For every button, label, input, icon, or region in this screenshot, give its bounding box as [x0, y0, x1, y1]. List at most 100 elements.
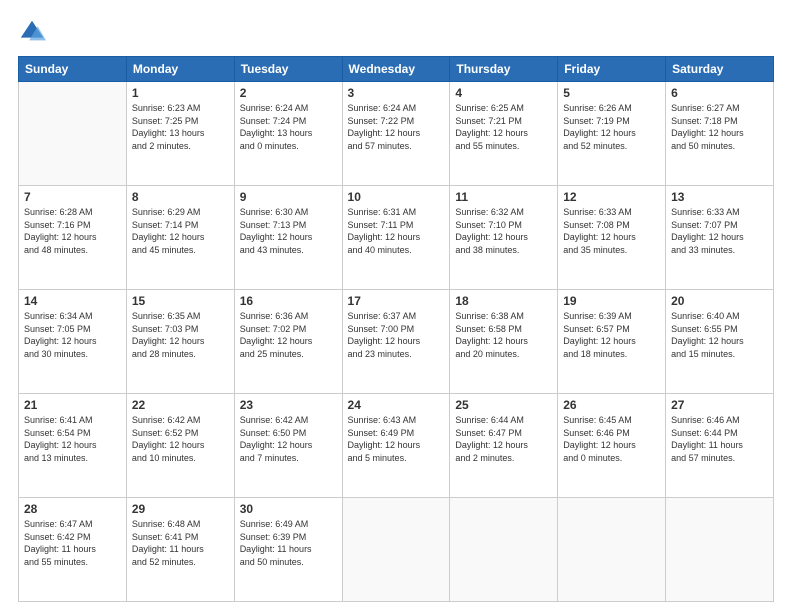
page: SundayMondayTuesdayWednesdayThursdayFrid… [0, 0, 792, 612]
day-number: 6 [671, 86, 768, 100]
day-number: 9 [240, 190, 337, 204]
calendar-cell: 12 Sunrise: 6:33 AM Sunset: 7:08 PM Dayli… [558, 186, 666, 290]
calendar-cell: 22 Sunrise: 6:42 AM Sunset: 6:52 PM Dayli… [126, 394, 234, 498]
day-info: Sunrise: 6:43 AM Sunset: 6:49 PM Dayligh… [348, 414, 445, 464]
day-info: Sunrise: 6:26 AM Sunset: 7:19 PM Dayligh… [563, 102, 660, 152]
day-info: Sunrise: 6:40 AM Sunset: 6:55 PM Dayligh… [671, 310, 768, 360]
calendar-cell: 27 Sunrise: 6:46 AM Sunset: 6:44 PM Dayli… [666, 394, 774, 498]
day-info: Sunrise: 6:31 AM Sunset: 7:11 PM Dayligh… [348, 206, 445, 256]
day-number: 5 [563, 86, 660, 100]
calendar-cell: 1Sunrise: 6:23 AM Sunset: 7:25 PM Daylig… [126, 82, 234, 186]
day-info: Sunrise: 6:33 AM Sunset: 7:08 PM Dayligh… [563, 206, 660, 256]
day-info: Sunrise: 6:29 AM Sunset: 7:14 PM Dayligh… [132, 206, 229, 256]
day-info: Sunrise: 6:45 AM Sunset: 6:46 PM Dayligh… [563, 414, 660, 464]
calendar-cell: 21Sunrise: 6:41 AM Sunset: 6:54 PM Dayli… [19, 394, 127, 498]
day-number: 17 [348, 294, 445, 308]
day-info: Sunrise: 6:23 AM Sunset: 7:25 PM Dayligh… [132, 102, 229, 152]
day-number: 18 [455, 294, 552, 308]
day-number: 25 [455, 398, 552, 412]
day-info: Sunrise: 6:38 AM Sunset: 6:58 PM Dayligh… [455, 310, 552, 360]
calendar-cell: 11Sunrise: 6:32 AM Sunset: 7:10 PM Dayli… [450, 186, 558, 290]
day-info: Sunrise: 6:30 AM Sunset: 7:13 PM Dayligh… [240, 206, 337, 256]
day-number: 14 [24, 294, 121, 308]
calendar-cell [666, 498, 774, 602]
day-number: 27 [671, 398, 768, 412]
day-number: 12 [563, 190, 660, 204]
day-number: 10 [348, 190, 445, 204]
day-number: 24 [348, 398, 445, 412]
day-info: Sunrise: 6:37 AM Sunset: 7:00 PM Dayligh… [348, 310, 445, 360]
calendar-cell: 5 Sunrise: 6:26 AM Sunset: 7:19 PM Daylig… [558, 82, 666, 186]
calendar-cell: 29 Sunrise: 6:48 AM Sunset: 6:41 PM Dayli… [126, 498, 234, 602]
calendar-cell: 19Sunrise: 6:39 AM Sunset: 6:57 PM Dayli… [558, 290, 666, 394]
header [18, 18, 774, 46]
calendar-cell: 15 Sunrise: 6:35 AM Sunset: 7:03 PM Dayli… [126, 290, 234, 394]
calendar-cell: 30Sunrise: 6:49 AM Sunset: 6:39 PM Dayli… [234, 498, 342, 602]
calendar-cell [19, 82, 127, 186]
calendar-cell: 8Sunrise: 6:29 AM Sunset: 7:14 PM Daylig… [126, 186, 234, 290]
calendar-cell [342, 498, 450, 602]
calendar-week-2: 7 Sunrise: 6:28 AM Sunset: 7:16 PM Daylig… [19, 186, 774, 290]
day-number: 19 [563, 294, 660, 308]
day-info: Sunrise: 6:33 AM Sunset: 7:07 PM Dayligh… [671, 206, 768, 256]
calendar-body: 1Sunrise: 6:23 AM Sunset: 7:25 PM Daylig… [19, 82, 774, 602]
day-info: Sunrise: 6:36 AM Sunset: 7:02 PM Dayligh… [240, 310, 337, 360]
day-info: Sunrise: 6:42 AM Sunset: 6:50 PM Dayligh… [240, 414, 337, 464]
day-info: Sunrise: 6:41 AM Sunset: 6:54 PM Dayligh… [24, 414, 121, 464]
day-info: Sunrise: 6:32 AM Sunset: 7:10 PM Dayligh… [455, 206, 552, 256]
calendar-cell: 9 Sunrise: 6:30 AM Sunset: 7:13 PM Daylig… [234, 186, 342, 290]
calendar-header-thursday: Thursday [450, 57, 558, 82]
calendar-header-tuesday: Tuesday [234, 57, 342, 82]
calendar-header-monday: Monday [126, 57, 234, 82]
calendar-cell: 17 Sunrise: 6:37 AM Sunset: 7:00 PM Dayli… [342, 290, 450, 394]
calendar-header-sunday: Sunday [19, 57, 127, 82]
calendar-cell: 25Sunrise: 6:44 AM Sunset: 6:47 PM Dayli… [450, 394, 558, 498]
day-info: Sunrise: 6:34 AM Sunset: 7:05 PM Dayligh… [24, 310, 121, 360]
calendar-cell: 7 Sunrise: 6:28 AM Sunset: 7:16 PM Daylig… [19, 186, 127, 290]
calendar-cell: 3 Sunrise: 6:24 AM Sunset: 7:22 PM Daylig… [342, 82, 450, 186]
calendar-week-5: 28 Sunrise: 6:47 AM Sunset: 6:42 PM Dayli… [19, 498, 774, 602]
day-info: Sunrise: 6:47 AM Sunset: 6:42 PM Dayligh… [24, 518, 121, 568]
day-info: Sunrise: 6:42 AM Sunset: 6:52 PM Dayligh… [132, 414, 229, 464]
day-number: 30 [240, 502, 337, 516]
day-info: Sunrise: 6:28 AM Sunset: 7:16 PM Dayligh… [24, 206, 121, 256]
calendar-cell: 20 Sunrise: 6:40 AM Sunset: 6:55 PM Dayli… [666, 290, 774, 394]
day-number: 29 [132, 502, 229, 516]
calendar-week-1: 1Sunrise: 6:23 AM Sunset: 7:25 PM Daylig… [19, 82, 774, 186]
logo [18, 18, 50, 46]
day-info: Sunrise: 6:27 AM Sunset: 7:18 PM Dayligh… [671, 102, 768, 152]
calendar-cell: 6 Sunrise: 6:27 AM Sunset: 7:18 PM Daylig… [666, 82, 774, 186]
day-info: Sunrise: 6:25 AM Sunset: 7:21 PM Dayligh… [455, 102, 552, 152]
day-number: 16 [240, 294, 337, 308]
day-info: Sunrise: 6:35 AM Sunset: 7:03 PM Dayligh… [132, 310, 229, 360]
calendar-cell: 13 Sunrise: 6:33 AM Sunset: 7:07 PM Dayli… [666, 186, 774, 290]
calendar-cell: 24 Sunrise: 6:43 AM Sunset: 6:49 PM Dayli… [342, 394, 450, 498]
day-number: 22 [132, 398, 229, 412]
day-number: 7 [24, 190, 121, 204]
calendar-cell: 28 Sunrise: 6:47 AM Sunset: 6:42 PM Dayli… [19, 498, 127, 602]
day-number: 4 [455, 86, 552, 100]
day-number: 28 [24, 502, 121, 516]
day-info: Sunrise: 6:46 AM Sunset: 6:44 PM Dayligh… [671, 414, 768, 464]
day-info: Sunrise: 6:48 AM Sunset: 6:41 PM Dayligh… [132, 518, 229, 568]
calendar-cell: 26 Sunrise: 6:45 AM Sunset: 6:46 PM Dayli… [558, 394, 666, 498]
day-number: 3 [348, 86, 445, 100]
calendar-header-friday: Friday [558, 57, 666, 82]
day-number: 23 [240, 398, 337, 412]
calendar-cell: 16 Sunrise: 6:36 AM Sunset: 7:02 PM Dayli… [234, 290, 342, 394]
calendar-week-4: 21Sunrise: 6:41 AM Sunset: 6:54 PM Dayli… [19, 394, 774, 498]
day-number: 13 [671, 190, 768, 204]
day-number: 2 [240, 86, 337, 100]
calendar-cell [558, 498, 666, 602]
day-number: 20 [671, 294, 768, 308]
day-info: Sunrise: 6:24 AM Sunset: 7:24 PM Dayligh… [240, 102, 337, 152]
day-number: 26 [563, 398, 660, 412]
day-number: 15 [132, 294, 229, 308]
calendar-cell: 4 Sunrise: 6:25 AM Sunset: 7:21 PM Daylig… [450, 82, 558, 186]
day-info: Sunrise: 6:24 AM Sunset: 7:22 PM Dayligh… [348, 102, 445, 152]
calendar-header-row: SundayMondayTuesdayWednesdayThursdayFrid… [19, 57, 774, 82]
calendar-cell [450, 498, 558, 602]
calendar-cell: 2 Sunrise: 6:24 AM Sunset: 7:24 PM Daylig… [234, 82, 342, 186]
logo-icon [18, 18, 46, 46]
calendar-header-wednesday: Wednesday [342, 57, 450, 82]
